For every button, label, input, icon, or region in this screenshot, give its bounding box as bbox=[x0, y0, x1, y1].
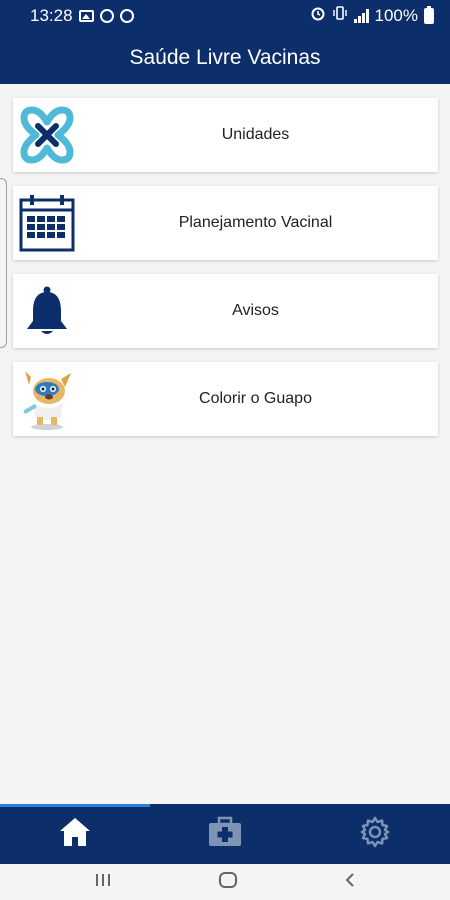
menu-item-unidades[interactable]: Unidades bbox=[13, 98, 438, 172]
vibrate-icon bbox=[332, 5, 348, 26]
alarm-icon bbox=[310, 5, 326, 26]
home-nav-icon[interactable] bbox=[218, 871, 238, 894]
page-title: Saúde Livre Vacinas bbox=[129, 45, 321, 69]
battery-text: 100% bbox=[374, 5, 418, 25]
menu-item-planejamento[interactable]: Planejamento Vacinal bbox=[13, 186, 438, 260]
system-nav-bar bbox=[0, 864, 450, 900]
medical-kit-icon bbox=[207, 816, 243, 853]
bottom-tab-bar bbox=[0, 804, 450, 864]
status-bar: 13:28 100% bbox=[0, 0, 450, 31]
main-menu: Unidades Planejamento Vacinal Avisos Col… bbox=[13, 98, 438, 450]
battery-icon bbox=[424, 5, 434, 24]
back-icon[interactable] bbox=[343, 872, 357, 893]
gear-icon bbox=[358, 815, 392, 854]
status-time: 13:28 bbox=[30, 5, 73, 25]
whatsapp-icon bbox=[99, 8, 114, 23]
menu-item-label: Colorir o Guapo bbox=[199, 390, 312, 407]
menu-item-label: Avisos bbox=[232, 302, 279, 319]
app-header: Saúde Livre Vacinas bbox=[0, 31, 450, 84]
menu-item-label: Planejamento Vacinal bbox=[178, 214, 333, 231]
home-icon bbox=[58, 816, 92, 853]
menu-item-label: Unidades bbox=[221, 126, 290, 143]
signal-icon bbox=[353, 8, 369, 23]
side-drawer-handle[interactable] bbox=[0, 178, 7, 348]
tab-settings[interactable] bbox=[300, 804, 450, 864]
tab-home[interactable] bbox=[0, 804, 150, 864]
menu-item-avisos[interactable]: Avisos bbox=[13, 274, 438, 348]
recent-apps-icon[interactable] bbox=[93, 872, 113, 893]
image-icon bbox=[78, 9, 94, 22]
tab-medical-kit[interactable] bbox=[150, 804, 300, 864]
menu-item-colorir[interactable]: Colorir o Guapo bbox=[13, 362, 438, 436]
sync-icon bbox=[119, 8, 134, 23]
